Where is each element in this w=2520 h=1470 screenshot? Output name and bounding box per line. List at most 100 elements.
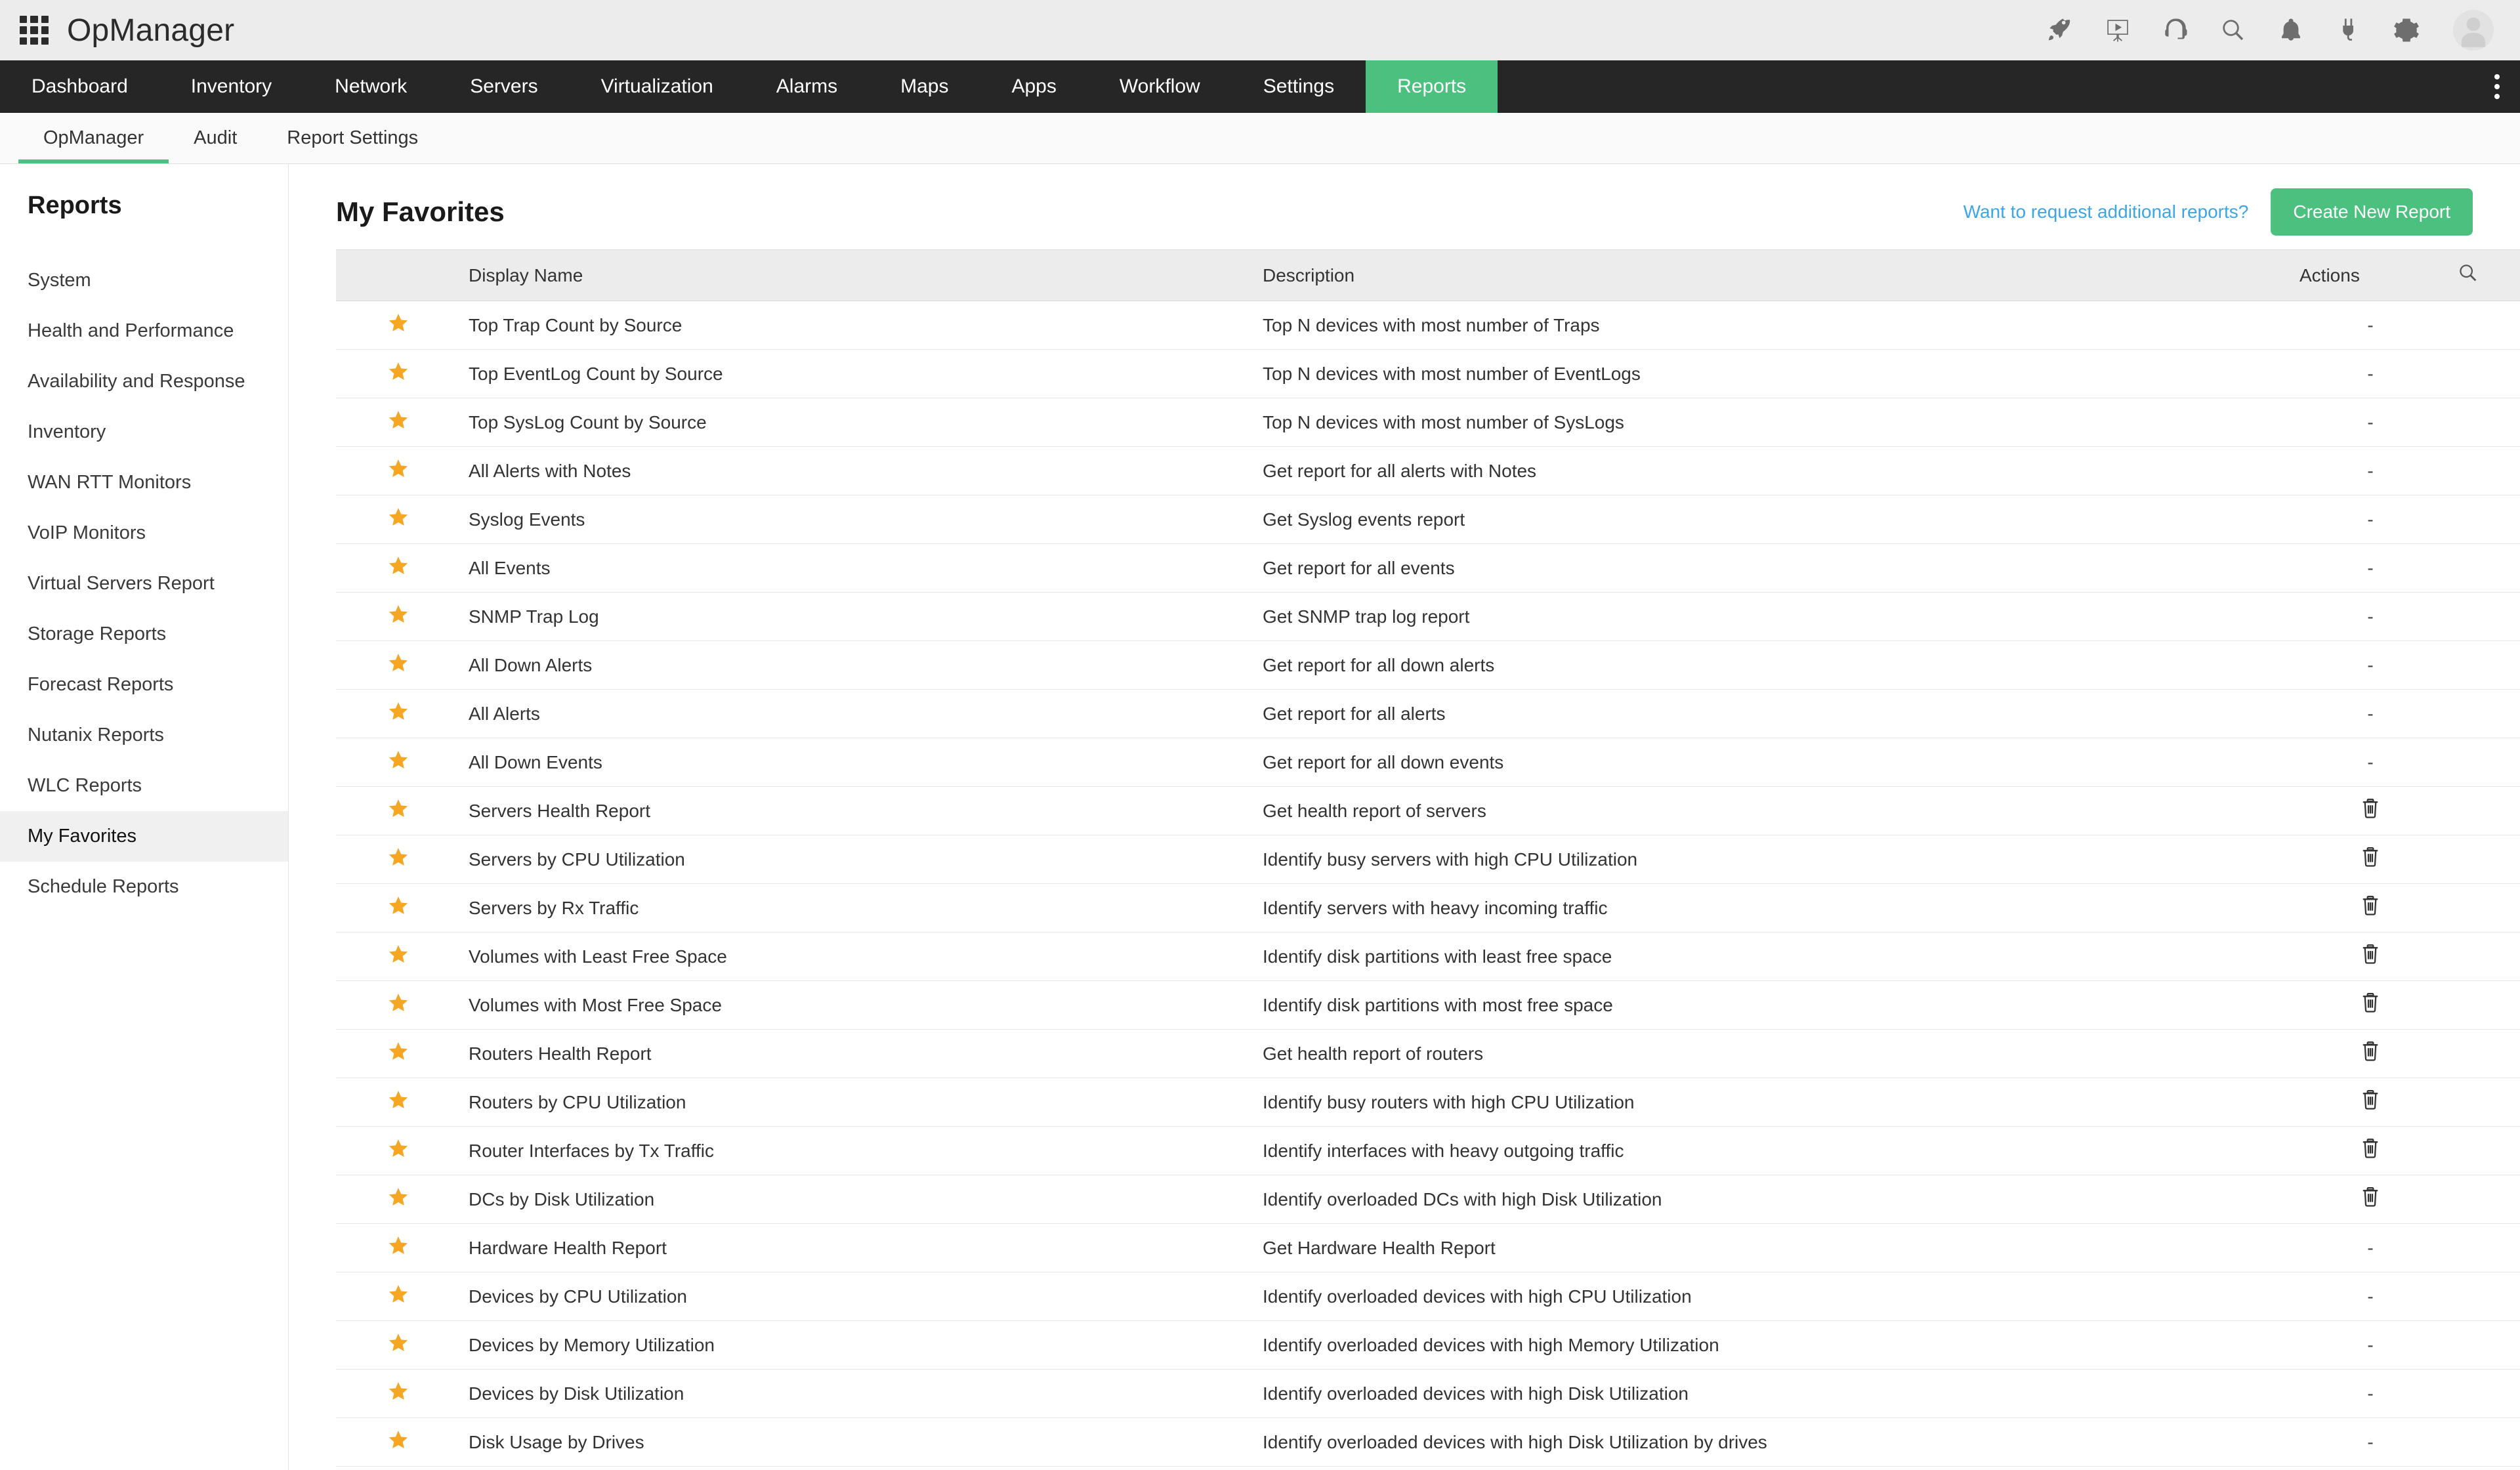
report-display-name[interactable]: SNMP Trap Log (461, 593, 1255, 641)
table-row[interactable]: Volumes with Least Free SpaceIdentify di… (336, 933, 2520, 981)
favorite-star-icon[interactable] (336, 495, 461, 544)
report-actions[interactable] (2292, 981, 2449, 1030)
report-display-name[interactable]: Disk Usage by Drives (461, 1418, 1255, 1467)
report-actions[interactable]: - (2292, 447, 2449, 495)
favorite-star-icon[interactable] (336, 301, 461, 350)
sidebar-item-availability-and-response[interactable]: Availability and Response (0, 356, 288, 407)
sidebar-item-nutanix-reports[interactable]: Nutanix Reports (0, 710, 288, 761)
table-row[interactable]: Devices by CPU UtilizationIdentify overl… (336, 1272, 2520, 1321)
report-actions[interactable]: - (2292, 350, 2449, 398)
delete-report-icon[interactable] (2361, 900, 2380, 921)
report-display-name[interactable]: All Alerts with Notes (461, 447, 1255, 495)
kebab-menu-icon[interactable] (2474, 60, 2520, 113)
table-row[interactable]: Servers by Rx TrafficIdentify servers wi… (336, 884, 2520, 933)
report-actions[interactable] (2292, 787, 2449, 835)
table-search-icon[interactable] (2449, 250, 2520, 301)
report-display-name[interactable]: Hardware Health Report (461, 1224, 1255, 1272)
sidebar-item-my-favorites[interactable]: My Favorites (0, 811, 288, 862)
table-row[interactable]: Top SysLog Count by SourceTop N devices … (336, 398, 2520, 447)
report-actions[interactable]: - (2292, 1224, 2449, 1272)
notification-bell-icon[interactable] (2276, 15, 2306, 45)
table-row[interactable]: All Alerts with NotesGet report for all … (336, 447, 2520, 495)
delete-report-icon[interactable] (2361, 1095, 2380, 1115)
gear-settings-icon[interactable] (2391, 15, 2422, 45)
nav-item-workflow[interactable]: Workflow (1088, 60, 1232, 113)
sidebar-item-system[interactable]: System (0, 255, 288, 306)
request-additional-reports-link[interactable]: Want to request additional reports? (1964, 201, 2249, 222)
sidebar-item-storage-reports[interactable]: Storage Reports (0, 609, 288, 660)
table-row[interactable]: All AlertsGet report for all alerts- (336, 690, 2520, 738)
nav-item-settings[interactable]: Settings (1232, 60, 1366, 113)
report-display-name[interactable]: Volumes with Most Free Space (461, 981, 1255, 1030)
table-row[interactable]: Router Interfaces by Tx TrafficIdentify … (336, 1127, 2520, 1175)
delete-report-icon[interactable] (2361, 949, 2380, 969)
report-display-name[interactable]: Devices by Disk Utilization (461, 1370, 1255, 1418)
favorite-star-icon[interactable] (336, 1078, 461, 1127)
table-row[interactable]: All Down EventsGet report for all down e… (336, 738, 2520, 787)
table-row[interactable]: Top EventLog Count by SourceTop N device… (336, 350, 2520, 398)
report-actions[interactable]: - (2292, 398, 2449, 447)
nav-item-network[interactable]: Network (303, 60, 438, 113)
report-actions[interactable]: - (2292, 738, 2449, 787)
report-display-name[interactable]: Servers Health Report (461, 787, 1255, 835)
tab-report-settings[interactable]: Report Settings (262, 113, 443, 163)
user-avatar-icon[interactable] (2453, 10, 2494, 51)
report-actions[interactable]: - (2292, 1370, 2449, 1418)
nav-item-inventory[interactable]: Inventory (159, 60, 303, 113)
favorite-star-icon[interactable] (336, 1272, 461, 1321)
favorite-star-icon[interactable] (336, 350, 461, 398)
report-actions[interactable]: - (2292, 1321, 2449, 1370)
favorite-star-icon[interactable] (336, 1175, 461, 1224)
table-row[interactable]: Top Trap Count by SourceTop N devices wi… (336, 301, 2520, 350)
report-actions[interactable]: - (2292, 641, 2449, 690)
table-row[interactable]: All EventsGet report for all events- (336, 544, 2520, 593)
report-actions[interactable] (2292, 1127, 2449, 1175)
report-actions[interactable] (2292, 1078, 2449, 1127)
delete-report-icon[interactable] (2361, 1192, 2380, 1212)
nav-item-maps[interactable]: Maps (869, 60, 980, 113)
table-row[interactable]: Hardware Health ReportGet Hardware Healt… (336, 1224, 2520, 1272)
favorite-star-icon[interactable] (336, 447, 461, 495)
report-display-name[interactable]: Servers by CPU Utilization (461, 835, 1255, 884)
report-display-name[interactable]: Routers Health Report (461, 1030, 1255, 1078)
report-actions[interactable]: - (2292, 1418, 2449, 1467)
sidebar-item-schedule-reports[interactable]: Schedule Reports (0, 862, 288, 912)
favorite-star-icon[interactable] (336, 787, 461, 835)
nav-item-alarms[interactable]: Alarms (745, 60, 869, 113)
favorite-star-icon[interactable] (336, 1127, 461, 1175)
report-actions[interactable] (2292, 933, 2449, 981)
report-display-name[interactable]: Top Trap Count by Source (461, 301, 1255, 350)
report-actions[interactable]: - (2292, 1272, 2449, 1321)
plug-addons-icon[interactable] (2334, 15, 2364, 45)
favorite-star-icon[interactable] (336, 544, 461, 593)
report-display-name[interactable]: All Events (461, 544, 1255, 593)
table-row[interactable]: SNMP Trap LogGet SNMP trap log report- (336, 593, 2520, 641)
favorite-star-icon[interactable] (336, 1418, 461, 1467)
report-actions[interactable]: - (2292, 544, 2449, 593)
nav-item-apps[interactable]: Apps (980, 60, 1087, 113)
delete-report-icon[interactable] (2361, 1046, 2380, 1066)
report-display-name[interactable]: Top EventLog Count by Source (461, 350, 1255, 398)
table-row[interactable]: Servers Health ReportGet health report o… (336, 787, 2520, 835)
report-actions[interactable] (2292, 1175, 2449, 1224)
table-row[interactable]: Devices by Memory UtilizationIdentify ov… (336, 1321, 2520, 1370)
tab-opmanager[interactable]: OpManager (18, 113, 169, 163)
table-row[interactable]: Disk Usage by DrivesIdentify overloaded … (336, 1418, 2520, 1467)
favorite-star-icon[interactable] (336, 738, 461, 787)
nav-item-reports[interactable]: Reports (1366, 60, 1498, 113)
column-header-display-name[interactable]: Display Name (461, 250, 1255, 301)
search-icon[interactable] (2218, 15, 2248, 45)
delete-report-icon[interactable] (2361, 1143, 2380, 1164)
report-actions[interactable] (2292, 1030, 2449, 1078)
tab-audit[interactable]: Audit (169, 113, 262, 163)
report-actions[interactable]: - (2292, 301, 2449, 350)
report-display-name[interactable]: Devices by Memory Utilization (461, 1321, 1255, 1370)
sidebar-item-voip-monitors[interactable]: VoIP Monitors (0, 508, 288, 558)
favorite-star-icon[interactable] (336, 835, 461, 884)
table-row[interactable]: All Down AlertsGet report for all down a… (336, 641, 2520, 690)
nav-item-dashboard[interactable]: Dashboard (0, 60, 159, 113)
presentation-play-icon[interactable] (2103, 15, 2133, 45)
report-display-name[interactable]: Syslog Events (461, 495, 1255, 544)
favorite-star-icon[interactable] (336, 1321, 461, 1370)
report-actions[interactable] (2292, 884, 2449, 933)
